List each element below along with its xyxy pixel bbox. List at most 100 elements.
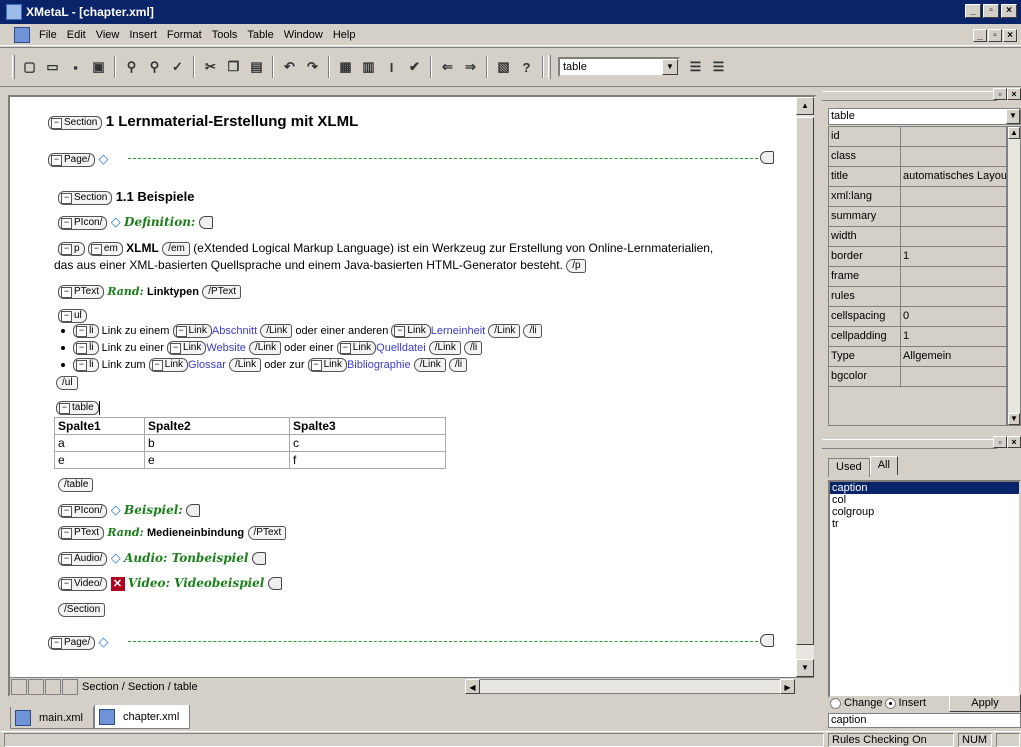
paragraph-line-1[interactable]: p em XLML /em (eXtended Logical Markup L… bbox=[58, 241, 713, 256]
menu-help[interactable]: Help bbox=[328, 29, 361, 41]
attribute-row[interactable]: cellpadding 1 bbox=[829, 327, 1006, 347]
attribute-value[interactable]: 1 bbox=[901, 327, 1006, 346]
save-icon[interactable]: ▪ bbox=[64, 56, 87, 78]
ul-tag[interactable]: ul bbox=[58, 308, 87, 323]
page-tag[interactable]: Page/ bbox=[48, 152, 96, 167]
li-end-tag[interactable]: /li bbox=[463, 341, 483, 355]
attribute-row[interactable]: xml:lang bbox=[829, 187, 1006, 207]
attribute-row[interactable]: width bbox=[829, 227, 1006, 247]
attribute-row[interactable]: rules bbox=[829, 287, 1006, 307]
tab-chapter-xml[interactable]: chapter.xml bbox=[94, 705, 191, 729]
tags-view-icon[interactable] bbox=[11, 678, 27, 695]
maximize-button[interactable]: ▫ bbox=[983, 4, 999, 18]
li-end-tag[interactable]: /li bbox=[523, 324, 542, 338]
attribute-row[interactable]: cellspacing 0 bbox=[829, 307, 1006, 327]
p-tag[interactable]: p bbox=[58, 241, 85, 256]
paragraph-text-2[interactable]: das aus einer XML-basierten Quellsprache… bbox=[54, 258, 563, 272]
normal-view-icon[interactable]: ▥ bbox=[357, 56, 380, 78]
attribute-value[interactable] bbox=[901, 127, 1006, 146]
li-tag[interactable]: li bbox=[73, 324, 99, 338]
scroll-up-icon[interactable]: ▲ bbox=[796, 97, 814, 115]
section-end-tag[interactable]: /Section bbox=[58, 602, 106, 617]
attribute-row[interactable]: frame bbox=[829, 267, 1006, 287]
change-radio[interactable] bbox=[830, 697, 841, 709]
attribute-value[interactable] bbox=[901, 227, 1006, 246]
help-icon[interactable]: ? bbox=[515, 56, 538, 78]
list-text[interactable]: oder einer bbox=[284, 342, 334, 354]
element-style-select[interactable]: table ▼ bbox=[558, 57, 680, 77]
link-tag[interactable]: Link bbox=[148, 358, 189, 372]
table-tag[interactable]: table bbox=[56, 400, 99, 415]
menu-tools[interactable]: Tools bbox=[207, 29, 243, 41]
link-end-tag[interactable]: /Link bbox=[260, 324, 293, 338]
ptext-end-tag[interactable]: /PText bbox=[202, 284, 242, 299]
panel-close-button[interactable]: × bbox=[1007, 88, 1021, 100]
attribute-value[interactable] bbox=[901, 207, 1006, 226]
element-list-item[interactable]: col bbox=[830, 494, 1019, 506]
video-element[interactable]: Video/ ✕ Video: Videobeispiel bbox=[58, 576, 282, 591]
link-end-tag[interactable]: /Link bbox=[229, 358, 262, 372]
element-list-item[interactable]: caption bbox=[830, 482, 1019, 494]
save-all-icon[interactable]: ▣ bbox=[87, 56, 110, 78]
editor-horizontal-scrollbar[interactable]: ◀ ▶ bbox=[465, 679, 795, 694]
element-list[interactable]: caption col colgroup tr bbox=[828, 480, 1021, 698]
list-text[interactable]: oder zur bbox=[264, 359, 304, 371]
ptext-rand[interactable]: PText Rand: Linktypen /PText bbox=[58, 284, 242, 299]
menu-insert[interactable]: Insert bbox=[124, 29, 162, 41]
link-end-tag[interactable]: /Link bbox=[413, 358, 446, 372]
audio-tag[interactable]: Audio/ bbox=[58, 551, 108, 566]
list-item[interactable]: li Link zu einem LinkAbschnitt /Link ode… bbox=[54, 324, 542, 338]
document-icon[interactable] bbox=[14, 26, 30, 43]
table-end-tag[interactable]: /table bbox=[58, 477, 94, 492]
menu-table[interactable]: Table bbox=[242, 29, 278, 41]
table-end[interactable]: /table bbox=[58, 477, 94, 492]
browser-preview-icon[interactable] bbox=[62, 678, 78, 695]
attribute-value[interactable] bbox=[901, 367, 1006, 386]
section-end[interactable]: /Section bbox=[58, 602, 106, 617]
insert-label[interactable]: Insert bbox=[899, 697, 927, 709]
list-text[interactable]: Link zum bbox=[102, 359, 146, 371]
attribute-row[interactable]: bgcolor bbox=[829, 367, 1006, 387]
spellcheck-icon[interactable]: ✓ bbox=[166, 56, 189, 78]
find-icon[interactable]: ⚲ bbox=[120, 56, 143, 78]
menu-edit[interactable]: Edit bbox=[62, 29, 91, 41]
attribute-value[interactable] bbox=[901, 187, 1006, 206]
attribute-element-select[interactable]: table ▼ bbox=[828, 108, 1021, 125]
panel-grip[interactable] bbox=[822, 439, 997, 449]
toolbar-grip[interactable] bbox=[12, 55, 15, 79]
doc-close-button[interactable]: × bbox=[1003, 29, 1017, 42]
scroll-up-icon[interactable]: ▲ bbox=[1008, 127, 1020, 139]
bulleted-list-icon[interactable]: ☰ bbox=[707, 56, 730, 78]
picon-beispiel[interactable]: PIcon/ ◇ Beispiel: bbox=[58, 502, 201, 518]
list-text[interactable]: oder einer anderen bbox=[295, 325, 388, 337]
ptext-medien[interactable]: PText Rand: Medieneinbindung /PText bbox=[58, 525, 287, 540]
back-arrow-icon[interactable]: ⇐ bbox=[436, 56, 459, 78]
link-end-tag[interactable]: /Link bbox=[428, 341, 461, 355]
link-tag[interactable]: Link bbox=[172, 324, 212, 338]
attribute-value[interactable] bbox=[901, 147, 1006, 166]
attribute-scrollbar[interactable]: ▲ ▼ bbox=[1007, 126, 1021, 426]
insert-radio[interactable] bbox=[884, 697, 896, 709]
tags-on-icon[interactable]: ▦ bbox=[334, 56, 357, 78]
link-end-tag[interactable]: /Link bbox=[248, 341, 282, 355]
ptext-tag[interactable]: PText bbox=[58, 525, 105, 540]
picon-definition[interactable]: PIcon/ ◇ Definition: bbox=[58, 214, 213, 230]
tab-all[interactable]: All bbox=[869, 456, 898, 475]
list-text[interactable]: Link zu einer bbox=[102, 342, 164, 354]
attribute-row[interactable]: border 1 bbox=[829, 247, 1006, 267]
table-cell[interactable]: a bbox=[54, 434, 145, 452]
video-tag[interactable]: Video/ bbox=[58, 576, 108, 591]
attribute-row[interactable]: summary bbox=[829, 207, 1006, 227]
insert-element-icon[interactable]: I bbox=[380, 56, 403, 78]
scroll-down-icon[interactable]: ▼ bbox=[796, 659, 814, 677]
subsection-title[interactable]: 1.1 Beispiele bbox=[116, 189, 195, 204]
doc-restore-button[interactable]: ▫ bbox=[988, 29, 1002, 42]
list-text[interactable]: Link zu einem bbox=[102, 325, 170, 337]
data-table[interactable]: Spalte1 Spalte2 Spalte3 a b c e e f bbox=[54, 417, 446, 469]
ptext-end-tag[interactable]: /PText bbox=[247, 525, 287, 540]
normal-view-icon[interactable] bbox=[28, 678, 44, 695]
table-cell[interactable]: b bbox=[144, 434, 290, 452]
linktypen-text[interactable]: Linktypen bbox=[147, 286, 199, 298]
attribute-value[interactable]: 0 bbox=[901, 307, 1006, 326]
list-item[interactable]: li Link zum LinkGlossar /Link oder zur L… bbox=[54, 358, 468, 372]
